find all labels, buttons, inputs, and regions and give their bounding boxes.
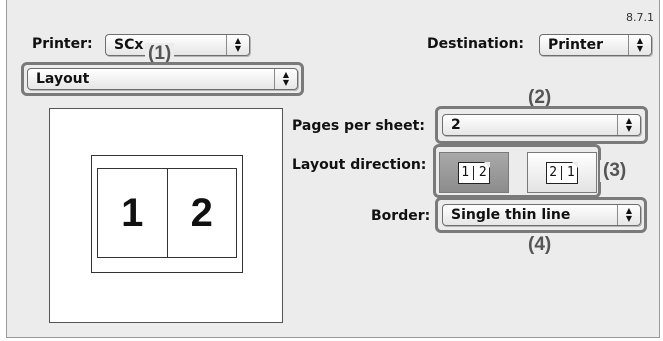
up-down-arrows-icon: ▲ ▼: [628, 35, 651, 55]
up-down-arrows-icon: ▲ ▼: [226, 35, 249, 55]
panel-select-value: Layout: [36, 71, 90, 87]
layout-preview: 1 2: [49, 108, 283, 323]
up-down-arrows-icon: ▲ ▼: [617, 205, 640, 225]
destination-popup[interactable]: Printer ▲ ▼: [539, 34, 652, 56]
printer-popup[interactable]: SCx ▲ ▼: [105, 34, 250, 56]
preview-page-left: 1: [121, 190, 144, 235]
destination-value: Printer: [548, 37, 604, 53]
print-layout-dialog: 8.7.1 Printer: SCx ▲ ▼ Destination: Print…: [6, 0, 660, 338]
callout-4: (4): [525, 234, 555, 256]
preview-sheet: 1 2: [91, 155, 243, 273]
preview-pages: 1 2: [97, 168, 237, 258]
layout-lr-icon: 1 2: [458, 161, 490, 184]
lr-second-page: 2: [478, 164, 487, 180]
border-label: Border:: [371, 208, 431, 224]
pages-per-sheet-value: 2: [451, 117, 461, 133]
direction-left-to-right-button[interactable]: 1 2: [439, 152, 509, 193]
layout-rl-icon: 2 1: [546, 161, 578, 184]
layout-direction-label: Layout direction:: [292, 157, 427, 173]
up-down-arrows-icon: ▲ ▼: [617, 115, 640, 135]
direction-right-to-left-button[interactable]: 2 1: [527, 152, 597, 193]
border-popup[interactable]: Single thin line ▲ ▼: [442, 204, 641, 226]
rl-first-page: 2: [549, 164, 558, 180]
preview-page-right: 2: [166, 169, 237, 257]
rl-second-page: 1: [566, 164, 575, 180]
printer-value: SCx: [114, 37, 144, 53]
border-value: Single thin line: [451, 207, 571, 223]
pages-per-sheet-label: Pages per sheet:: [292, 118, 425, 134]
printer-label: Printer:: [32, 36, 93, 52]
pages-per-sheet-popup[interactable]: 2 ▲ ▼: [442, 114, 641, 136]
lr-first-page: 1: [461, 164, 470, 180]
destination-label: Destination:: [427, 36, 525, 52]
callout-3: (3): [600, 160, 630, 182]
version-label: 8.7.1: [626, 11, 654, 24]
up-down-arrows-icon: ▲ ▼: [274, 69, 297, 89]
panel-select-popup[interactable]: Layout ▲ ▼: [27, 68, 298, 90]
